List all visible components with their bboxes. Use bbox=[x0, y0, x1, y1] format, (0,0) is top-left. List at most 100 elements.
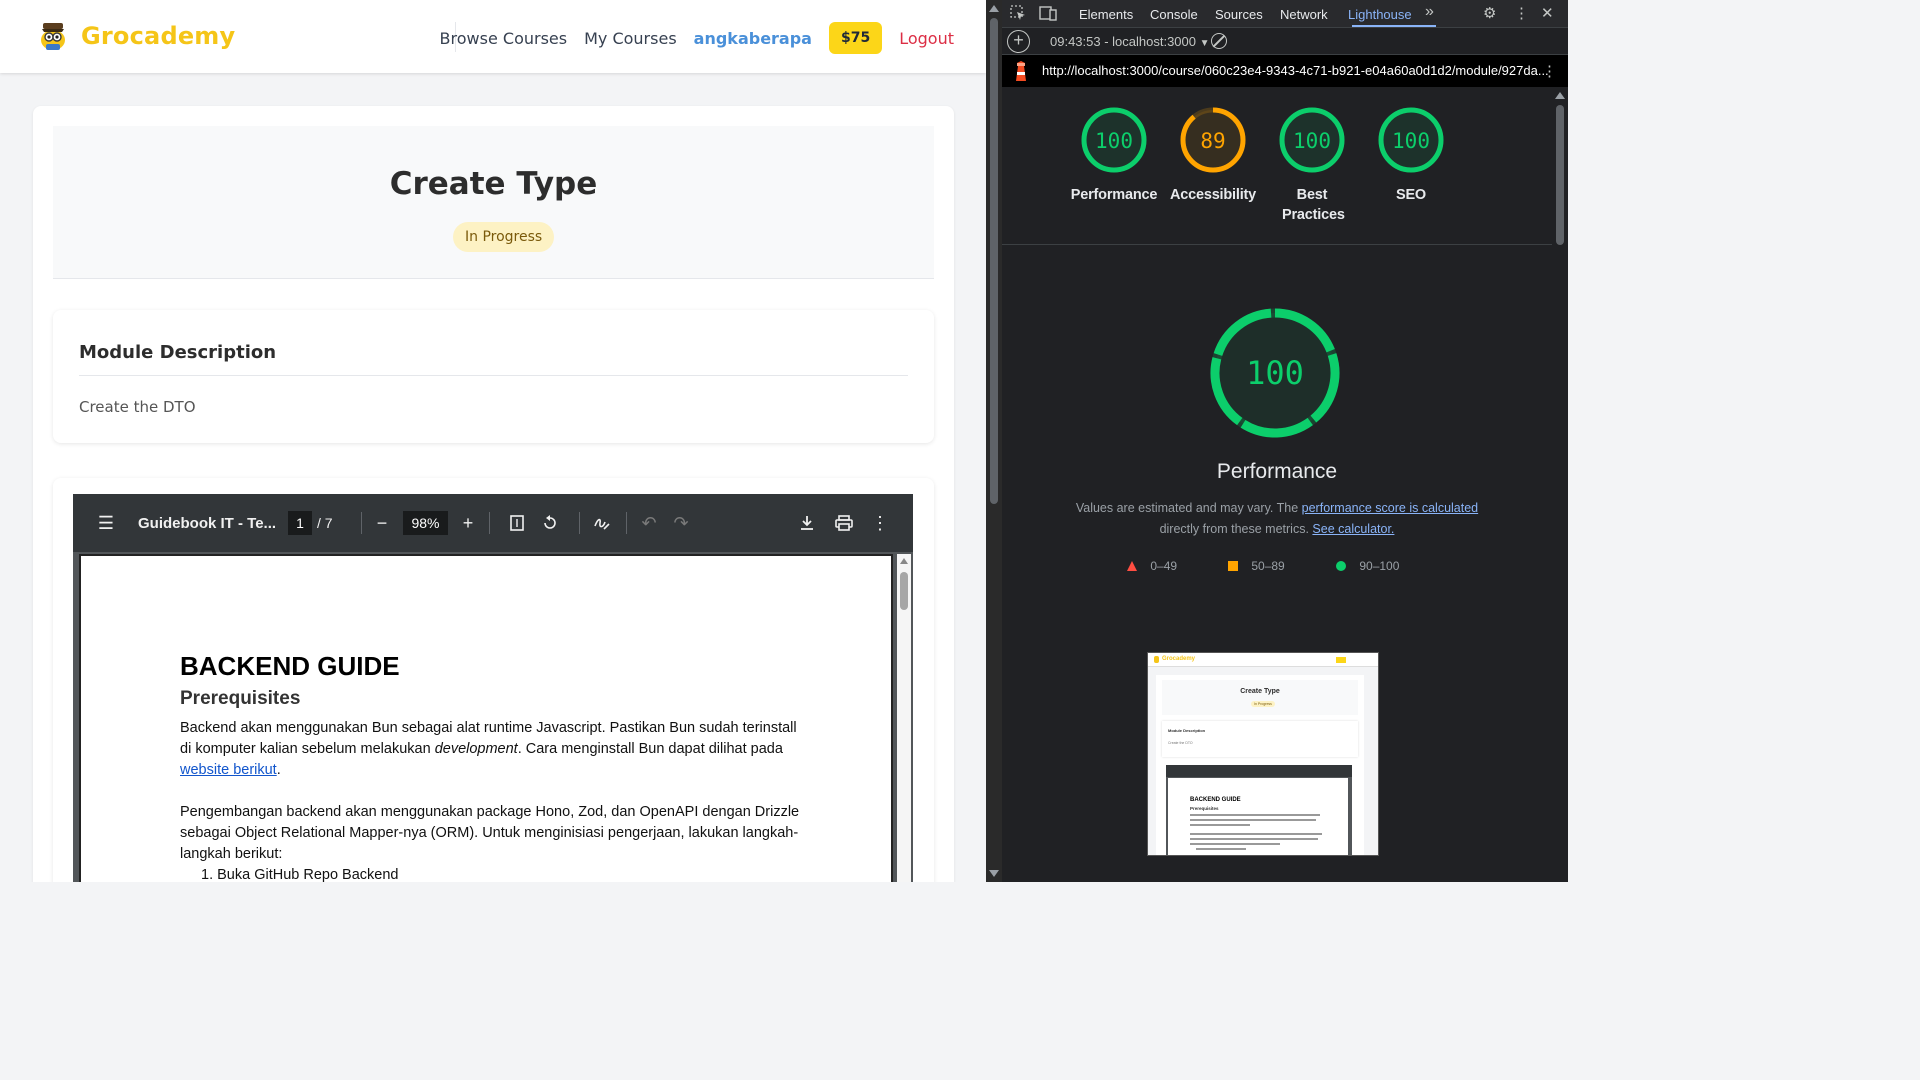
gauge-seo[interactable]: 100 bbox=[1378, 107, 1444, 173]
description-heading: Module Description bbox=[79, 342, 277, 363]
scroll-down-icon[interactable] bbox=[989, 870, 999, 877]
thumb-doc-heading: BACKEND GUIDE bbox=[1190, 797, 1241, 803]
page-total: / 7 bbox=[317, 515, 333, 531]
menu-icon[interactable]: ☰ bbox=[94, 511, 118, 535]
thumb-text-line bbox=[1190, 843, 1280, 845]
kebab-menu-icon[interactable]: ⋮ bbox=[1514, 4, 1529, 22]
gauge-best-practices[interactable]: 100 bbox=[1279, 107, 1345, 173]
brand-name: Grocademy bbox=[81, 22, 236, 50]
pdf-scrollbar[interactable] bbox=[897, 554, 911, 882]
nav-username[interactable]: angkaberapa bbox=[694, 29, 812, 48]
toolbar-separator bbox=[626, 512, 627, 534]
pdf-file-name: Guidebook IT - Te... bbox=[138, 515, 277, 532]
url-menu-icon[interactable]: ⋮ bbox=[1542, 62, 1557, 80]
report-url: http://localhost:3000/course/060c23e4-93… bbox=[1042, 63, 1549, 78]
scroll-up-icon[interactable] bbox=[989, 5, 999, 12]
logout-link[interactable]: Logout bbox=[899, 29, 954, 48]
thumb-logo-icon bbox=[1154, 656, 1159, 663]
scroll-up-icon[interactable] bbox=[900, 558, 908, 564]
doc-emphasis: development bbox=[434, 741, 518, 757]
clear-reports-icon[interactable] bbox=[1211, 33, 1227, 49]
doc-text: . Cara menginstall Bun dapat dilihat pad… bbox=[517, 741, 783, 757]
annotate-icon[interactable] bbox=[590, 511, 614, 535]
pdf-toolbar: ☰ Guidebook IT - Te... 1 / 7 − 98% + ↶ ↷ bbox=[73, 494, 913, 552]
undo-icon[interactable]: ↶ bbox=[637, 511, 661, 535]
module-header: Create Type In Progress bbox=[53, 126, 934, 279]
doc-paragraph-1: Backend akan menggunakan Bun sebagai ala… bbox=[180, 718, 800, 781]
download-icon[interactable] bbox=[795, 511, 819, 535]
rotate-icon[interactable] bbox=[538, 511, 562, 535]
zoom-out-icon[interactable]: − bbox=[370, 511, 394, 535]
legend-average-label: 50–89 bbox=[1251, 559, 1285, 573]
circle-icon bbox=[1336, 561, 1346, 571]
scroll-up-icon[interactable] bbox=[1555, 92, 1565, 99]
scroll-thumb[interactable] bbox=[990, 18, 998, 504]
gauge-label-best-practices: Best Practices bbox=[1282, 187, 1345, 223]
gauge-value: 100 bbox=[1392, 129, 1430, 153]
doc-text: . bbox=[276, 762, 281, 778]
tab-network[interactable]: Network bbox=[1280, 7, 1328, 22]
nav-browse-courses[interactable]: Browse Courses bbox=[440, 29, 568, 48]
legend-fail: 0–49 bbox=[1127, 559, 1177, 573]
more-options-icon[interactable]: ⋮ bbox=[868, 511, 892, 535]
tab-lighthouse[interactable]: Lighthouse bbox=[1348, 7, 1412, 22]
new-report-icon[interactable]: + bbox=[1007, 30, 1030, 53]
lighthouse-report: 100 Performance 89 Accessibility 100 Best Pra… bbox=[1002, 87, 1552, 882]
settings-gear-icon[interactable]: ⚙ bbox=[1483, 4, 1496, 22]
tab-console[interactable]: Console bbox=[1150, 7, 1198, 22]
page-number-input[interactable]: 1 bbox=[288, 511, 312, 535]
zoom-in-icon[interactable]: + bbox=[456, 511, 480, 535]
gauge-value: 100 bbox=[1246, 354, 1304, 392]
dropdown-caret-icon: ▼ bbox=[1199, 38, 1210, 49]
tab-elements[interactable]: Elements bbox=[1079, 7, 1133, 22]
print-icon[interactable] bbox=[832, 511, 856, 535]
more-tabs-icon[interactable]: » bbox=[1425, 3, 1434, 21]
thumb-pdf-toolbar bbox=[1166, 765, 1352, 777]
device-toolbar-icon[interactable] bbox=[1039, 5, 1057, 25]
legend-pass: 90–100 bbox=[1336, 559, 1399, 573]
pdf-page: BACKEND GUIDE Prerequisites Backend akan… bbox=[79, 554, 893, 882]
thumb-desc-heading: Module Description bbox=[1168, 728, 1206, 733]
legend-average: 50–89 bbox=[1228, 559, 1285, 573]
gauge-performance[interactable]: 100 bbox=[1081, 107, 1147, 173]
pdf-viewer[interactable]: ☰ Guidebook IT - Te... 1 / 7 − 98% + ↶ ↷ bbox=[73, 494, 913, 882]
thumb-desc: Module Description Create the DTO bbox=[1162, 721, 1358, 757]
brand-logo[interactable]: Grocademy bbox=[38, 20, 235, 52]
tab-sources[interactable]: Sources bbox=[1215, 7, 1263, 22]
active-tab-indicator bbox=[1352, 25, 1436, 27]
doc-link[interactable]: website berikut bbox=[180, 762, 277, 778]
square-icon bbox=[1228, 561, 1238, 571]
redo-icon[interactable]: ↷ bbox=[669, 511, 693, 535]
thumb-body: Create Type In Progress Module Descripti… bbox=[1148, 667, 1378, 855]
close-icon[interactable]: ✕ bbox=[1541, 4, 1554, 22]
thumb-title: Create Type bbox=[1240, 688, 1280, 695]
gauge-label-accessibility: Accessibility bbox=[1169, 187, 1257, 203]
status-badge: In Progress bbox=[453, 222, 555, 252]
see-calculator-link[interactable]: See calculator. bbox=[1312, 522, 1394, 536]
gauge-accessibility[interactable]: 89 bbox=[1180, 107, 1246, 173]
performance-note: Values are estimated and may vary. The p… bbox=[1002, 498, 1552, 540]
page-scrollbar[interactable] bbox=[986, 0, 1002, 882]
zoom-input[interactable]: 98% bbox=[403, 511, 448, 535]
scroll-thumb[interactable] bbox=[1556, 105, 1564, 245]
inspect-element-icon[interactable] bbox=[1010, 5, 1026, 25]
report-scrollbar[interactable] bbox=[1552, 87, 1568, 882]
triangle-icon bbox=[1127, 561, 1137, 571]
thumb-doc-subheading: Prerequisites bbox=[1190, 806, 1219, 811]
fit-page-icon[interactable] bbox=[505, 511, 529, 535]
report-url-bar: http://localhost:3000/course/060c23e4-93… bbox=[1002, 55, 1568, 87]
lighthouse-toolbar: + 09:43:53 - localhost:3000 ▼ bbox=[1002, 28, 1568, 55]
report-selector[interactable]: 09:43:53 - localhost:3000 ▼ bbox=[1050, 34, 1210, 49]
thumb-text-line bbox=[1190, 838, 1318, 840]
legend-fail-label: 0–49 bbox=[1150, 559, 1178, 573]
scroll-thumb[interactable] bbox=[900, 572, 908, 610]
thumb-pdf: BACKEND GUIDE Prerequisites bbox=[1166, 765, 1352, 855]
score-calculated-link[interactable]: performance score is calculated bbox=[1302, 501, 1478, 515]
doc-subheading: Prerequisites bbox=[180, 688, 301, 709]
gauge-value: 89 bbox=[1200, 129, 1225, 153]
nav-my-courses[interactable]: My Courses bbox=[584, 29, 677, 48]
thumb-text-line bbox=[1190, 833, 1322, 835]
devtools-panel: Elements Console Sources Network Lightho… bbox=[986, 0, 1568, 882]
performance-main-gauge[interactable]: 100 bbox=[1208, 306, 1342, 440]
thumb-text-line bbox=[1196, 848, 1246, 850]
